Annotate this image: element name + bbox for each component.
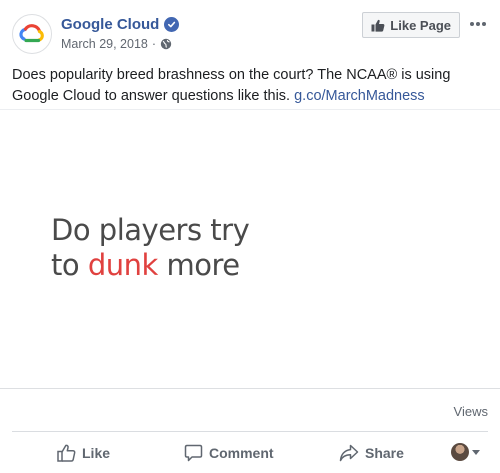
page-name-row: Google Cloud (61, 14, 180, 34)
video-frame-text: Do players try to dunk more (51, 213, 250, 283)
post-date[interactable]: March 29, 2018 (61, 37, 148, 51)
page-avatar[interactable] (12, 14, 52, 54)
comment-bubble-icon (184, 444, 203, 462)
video-text-line-1: Do players try (51, 213, 250, 247)
share-label: Share (365, 445, 404, 461)
post-actions: Like Comment Share (12, 431, 488, 473)
post-message: Does popularity breed brashness on the c… (12, 65, 488, 107)
globe-icon[interactable] (160, 38, 172, 50)
video-text-suffix: more (157, 248, 241, 282)
thumbs-up-icon (371, 19, 385, 32)
like-page-button[interactable]: Like Page (362, 12, 460, 38)
more-dots-icon[interactable] (468, 14, 488, 34)
video-text-prefix: to (51, 248, 88, 282)
share-arrow-icon (339, 444, 359, 462)
page-name-link[interactable]: Google Cloud (61, 16, 159, 33)
video-text-line-2: to dunk more (51, 248, 249, 283)
post-stats: Views (12, 396, 488, 428)
avatar (451, 443, 469, 461)
share-button[interactable]: Share (339, 437, 404, 469)
comment-label: Comment (209, 445, 274, 461)
post-meta: March 29, 2018 · (61, 36, 172, 52)
post-link[interactable]: g.co/MarchMadness (294, 88, 425, 104)
meta-separator: · (151, 37, 157, 51)
comment-button[interactable]: Comment (184, 437, 274, 469)
thumbs-up-icon (57, 444, 76, 462)
caret-down-icon (472, 449, 480, 455)
like-page-label: Like Page (390, 17, 451, 33)
post-header: Google Cloud March 29, 2018 · Like Page (12, 12, 488, 56)
like-label: Like (82, 445, 111, 461)
reaction-as-selector[interactable] (451, 443, 480, 461)
like-button[interactable]: Like (57, 437, 110, 469)
google-cloud-logo (19, 24, 44, 43)
video-media[interactable]: Do players try to dunk more (0, 109, 500, 389)
verified-check-icon (164, 16, 180, 32)
views-count[interactable]: Views (454, 404, 488, 419)
facebook-post: Google Cloud March 29, 2018 · Like Page … (0, 0, 500, 473)
video-text-accent: dunk (87, 248, 158, 282)
